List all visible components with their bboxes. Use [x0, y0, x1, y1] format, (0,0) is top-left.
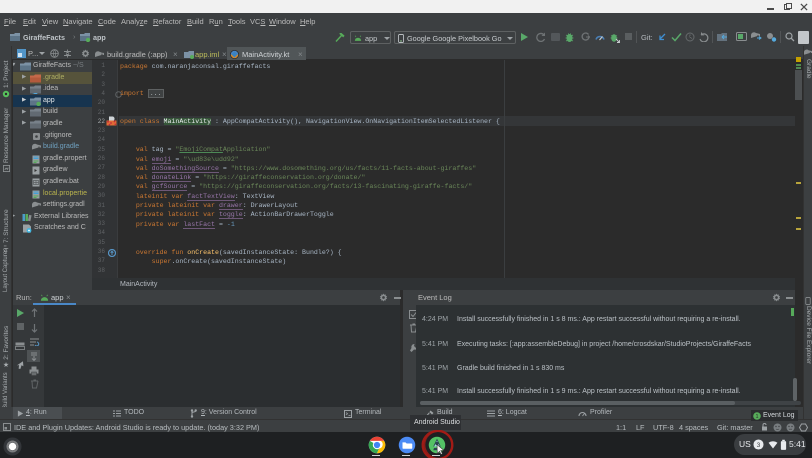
- svg-text:1: 1: [755, 414, 758, 420]
- svg-text:3: 3: [757, 442, 761, 449]
